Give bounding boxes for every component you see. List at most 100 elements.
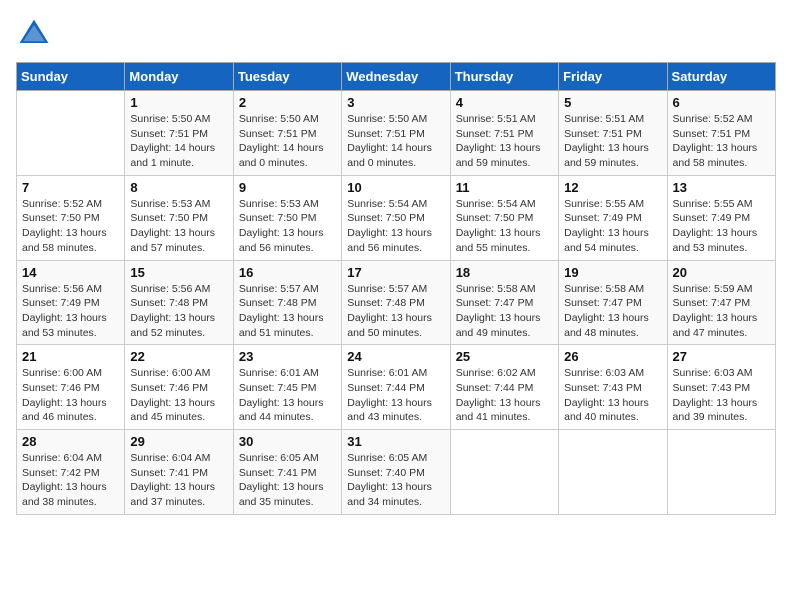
day-number: 18 [456, 265, 553, 280]
day-number: 20 [673, 265, 770, 280]
calendar-cell: 11 Sunrise: 5:54 AMSunset: 7:50 PMDayligh… [450, 175, 558, 260]
day-number: 10 [347, 180, 444, 195]
day-info: Sunrise: 5:50 AMSunset: 7:51 PMDaylight:… [130, 112, 227, 171]
day-number: 29 [130, 434, 227, 449]
day-info: Sunrise: 5:56 AMSunset: 7:49 PMDaylight:… [22, 282, 119, 341]
calendar-cell: 28 Sunrise: 6:04 AMSunset: 7:42 PMDayligh… [17, 430, 125, 515]
day-info: Sunrise: 5:54 AMSunset: 7:50 PMDaylight:… [347, 197, 444, 256]
column-header-tuesday: Tuesday [233, 63, 341, 91]
day-info: Sunrise: 5:50 AMSunset: 7:51 PMDaylight:… [347, 112, 444, 171]
calendar-cell: 20 Sunrise: 5:59 AMSunset: 7:47 PMDayligh… [667, 260, 775, 345]
day-info: Sunrise: 5:58 AMSunset: 7:47 PMDaylight:… [456, 282, 553, 341]
calendar-week-row: 28 Sunrise: 6:04 AMSunset: 7:42 PMDayligh… [17, 430, 776, 515]
calendar-cell: 6 Sunrise: 5:52 AMSunset: 7:51 PMDaylight… [667, 91, 775, 176]
calendar-cell: 2Sunrise: 5:50 AMSunset: 7:51 PMDaylight… [233, 91, 341, 176]
calendar-week-row: 14Sunrise: 5:56 AMSunset: 7:49 PMDayligh… [17, 260, 776, 345]
column-header-wednesday: Wednesday [342, 63, 450, 91]
day-number: 5 [564, 95, 661, 110]
calendar-cell: 4 Sunrise: 5:51 AMSunset: 7:51 PMDaylight… [450, 91, 558, 176]
calendar-cell: 14Sunrise: 5:56 AMSunset: 7:49 PMDayligh… [17, 260, 125, 345]
page-header [16, 16, 776, 52]
day-number: 3 [347, 95, 444, 110]
calendar-cell: 15 Sunrise: 5:56 AMSunset: 7:48 PMDayligh… [125, 260, 233, 345]
day-info: Sunrise: 6:02 AMSunset: 7:44 PMDaylight:… [456, 366, 553, 425]
day-number: 28 [22, 434, 119, 449]
calendar-cell: 1Sunrise: 5:50 AMSunset: 7:51 PMDaylight… [125, 91, 233, 176]
calendar-cell: 16Sunrise: 5:57 AMSunset: 7:48 PMDayligh… [233, 260, 341, 345]
day-info: Sunrise: 5:55 AMSunset: 7:49 PMDaylight:… [564, 197, 661, 256]
day-number: 23 [239, 349, 336, 364]
calendar-header-row: SundayMondayTuesdayWednesdayThursdayFrid… [17, 63, 776, 91]
calendar-cell: 29 Sunrise: 6:04 AMSunset: 7:41 PMDayligh… [125, 430, 233, 515]
calendar-cell: 9Sunrise: 5:53 AMSunset: 7:50 PMDaylight… [233, 175, 341, 260]
calendar-cell: 30 Sunrise: 6:05 AMSunset: 7:41 PMDayligh… [233, 430, 341, 515]
calendar-cell [667, 430, 775, 515]
day-number: 25 [456, 349, 553, 364]
calendar-cell: 7 Sunrise: 5:52 AMSunset: 7:50 PMDaylight… [17, 175, 125, 260]
day-info: Sunrise: 6:05 AMSunset: 7:40 PMDaylight:… [347, 451, 444, 510]
calendar-week-row: 1Sunrise: 5:50 AMSunset: 7:51 PMDaylight… [17, 91, 776, 176]
calendar-cell: 26 Sunrise: 6:03 AMSunset: 7:43 PMDayligh… [559, 345, 667, 430]
column-header-monday: Monday [125, 63, 233, 91]
day-info: Sunrise: 5:59 AMSunset: 7:47 PMDaylight:… [673, 282, 770, 341]
day-info: Sunrise: 5:58 AMSunset: 7:47 PMDaylight:… [564, 282, 661, 341]
calendar-cell: 21 Sunrise: 6:00 AMSunset: 7:46 PMDayligh… [17, 345, 125, 430]
day-info: Sunrise: 6:01 AMSunset: 7:45 PMDaylight:… [239, 366, 336, 425]
calendar-cell: 13 Sunrise: 5:55 AMSunset: 7:49 PMDayligh… [667, 175, 775, 260]
day-info: Sunrise: 6:03 AMSunset: 7:43 PMDaylight:… [564, 366, 661, 425]
day-number: 17 [347, 265, 444, 280]
logo [16, 16, 56, 52]
column-header-sunday: Sunday [17, 63, 125, 91]
calendar-cell [17, 91, 125, 176]
day-info: Sunrise: 5:52 AMSunset: 7:51 PMDaylight:… [673, 112, 770, 171]
day-info: Sunrise: 6:01 AMSunset: 7:44 PMDaylight:… [347, 366, 444, 425]
day-number: 6 [673, 95, 770, 110]
day-info: Sunrise: 6:03 AMSunset: 7:43 PMDaylight:… [673, 366, 770, 425]
calendar-cell: 25 Sunrise: 6:02 AMSunset: 7:44 PMDayligh… [450, 345, 558, 430]
day-info: Sunrise: 5:51 AMSunset: 7:51 PMDaylight:… [456, 112, 553, 171]
calendar-cell: 8 Sunrise: 5:53 AMSunset: 7:50 PMDaylight… [125, 175, 233, 260]
day-number: 13 [673, 180, 770, 195]
day-number: 15 [130, 265, 227, 280]
calendar-cell: 5 Sunrise: 5:51 AMSunset: 7:51 PMDaylight… [559, 91, 667, 176]
day-info: Sunrise: 5:51 AMSunset: 7:51 PMDaylight:… [564, 112, 661, 171]
column-header-saturday: Saturday [667, 63, 775, 91]
day-info: Sunrise: 5:52 AMSunset: 7:50 PMDaylight:… [22, 197, 119, 256]
day-info: Sunrise: 6:04 AMSunset: 7:41 PMDaylight:… [130, 451, 227, 510]
day-number: 12 [564, 180, 661, 195]
calendar-cell: 31 Sunrise: 6:05 AMSunset: 7:40 PMDayligh… [342, 430, 450, 515]
day-info: Sunrise: 5:55 AMSunset: 7:49 PMDaylight:… [673, 197, 770, 256]
column-header-friday: Friday [559, 63, 667, 91]
day-number: 8 [130, 180, 227, 195]
calendar-cell: 12 Sunrise: 5:55 AMSunset: 7:49 PMDayligh… [559, 175, 667, 260]
day-number: 9 [239, 180, 336, 195]
column-header-thursday: Thursday [450, 63, 558, 91]
day-number: 4 [456, 95, 553, 110]
calendar-cell: 27 Sunrise: 6:03 AMSunset: 7:43 PMDayligh… [667, 345, 775, 430]
day-number: 7 [22, 180, 119, 195]
calendar-cell: 23 Sunrise: 6:01 AMSunset: 7:45 PMDayligh… [233, 345, 341, 430]
day-number: 30 [239, 434, 336, 449]
day-info: Sunrise: 5:53 AMSunset: 7:50 PMDaylight:… [130, 197, 227, 256]
calendar-cell: 22Sunrise: 6:00 AMSunset: 7:46 PMDayligh… [125, 345, 233, 430]
calendar-cell: 18 Sunrise: 5:58 AMSunset: 7:47 PMDayligh… [450, 260, 558, 345]
day-number: 24 [347, 349, 444, 364]
day-info: Sunrise: 6:04 AMSunset: 7:42 PMDaylight:… [22, 451, 119, 510]
calendar-cell: 19Sunrise: 5:58 AMSunset: 7:47 PMDayligh… [559, 260, 667, 345]
calendar-week-row: 7 Sunrise: 5:52 AMSunset: 7:50 PMDaylight… [17, 175, 776, 260]
day-info: Sunrise: 6:00 AMSunset: 7:46 PMDaylight:… [22, 366, 119, 425]
day-info: Sunrise: 5:56 AMSunset: 7:48 PMDaylight:… [130, 282, 227, 341]
day-info: Sunrise: 5:57 AMSunset: 7:48 PMDaylight:… [347, 282, 444, 341]
day-info: Sunrise: 6:05 AMSunset: 7:41 PMDaylight:… [239, 451, 336, 510]
calendar-cell: 3 Sunrise: 5:50 AMSunset: 7:51 PMDaylight… [342, 91, 450, 176]
day-number: 27 [673, 349, 770, 364]
day-number: 31 [347, 434, 444, 449]
day-number: 26 [564, 349, 661, 364]
day-info: Sunrise: 5:54 AMSunset: 7:50 PMDaylight:… [456, 197, 553, 256]
calendar-cell [450, 430, 558, 515]
day-number: 11 [456, 180, 553, 195]
day-info: Sunrise: 5:57 AMSunset: 7:48 PMDaylight:… [239, 282, 336, 341]
day-number: 21 [22, 349, 119, 364]
calendar-table: SundayMondayTuesdayWednesdayThursdayFrid… [16, 62, 776, 515]
day-number: 2 [239, 95, 336, 110]
